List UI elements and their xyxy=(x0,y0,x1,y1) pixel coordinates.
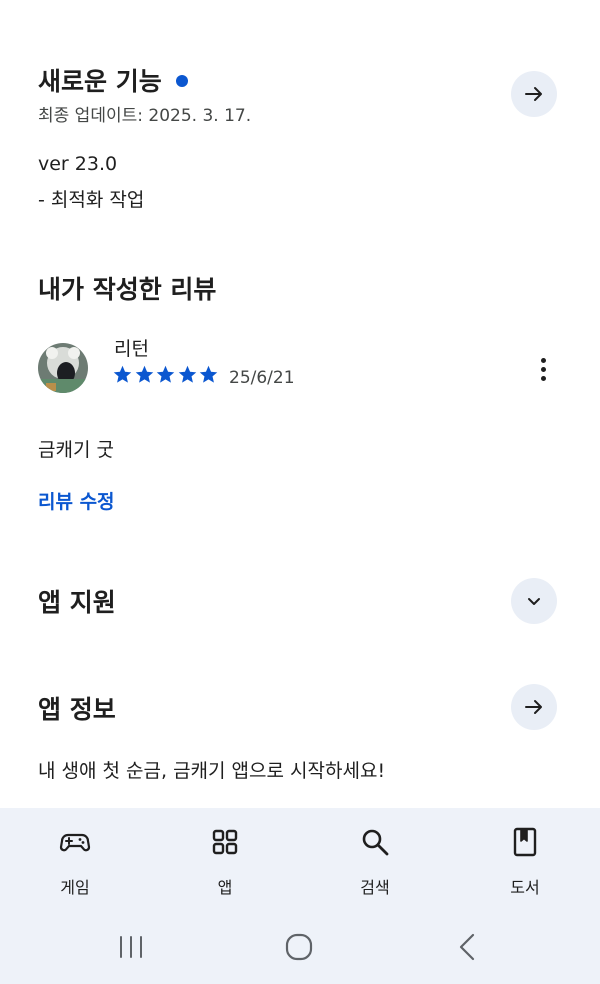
app-info-title: 앱 정보 xyxy=(38,695,116,724)
nav-label-search: 검색 xyxy=(360,878,390,897)
my-review-header: 내가 작성한 리뷰 xyxy=(38,270,216,306)
more-vert-icon xyxy=(540,357,546,363)
apps-grid-icon xyxy=(212,829,238,855)
whats-new-arrow-button[interactable] xyxy=(511,71,557,117)
chevron-down-icon xyxy=(528,598,540,605)
review-date: 25/6/21 xyxy=(229,368,295,388)
reviewer-name: 리턴 xyxy=(114,338,149,360)
star-icon xyxy=(178,365,196,383)
nav-item-apps[interactable]: 앱 xyxy=(175,808,275,910)
book-icon xyxy=(513,827,537,857)
arrow-right-icon xyxy=(525,700,542,714)
nav-item-games[interactable]: 게임 xyxy=(25,808,125,910)
edit-review-link[interactable]: 리뷰 수정 xyxy=(38,487,115,514)
review-text: 금캐기 굿 xyxy=(38,439,114,461)
star-icon xyxy=(156,365,175,383)
rating-stars xyxy=(112,364,220,385)
recent-apps-button[interactable] xyxy=(111,932,151,962)
star-icon xyxy=(199,365,218,383)
app-support-expand-button[interactable] xyxy=(511,578,557,624)
nav-item-search[interactable]: 검색 xyxy=(325,808,425,910)
app-info-header: 앱 정보 xyxy=(38,690,116,726)
nav-item-books[interactable]: 도서 xyxy=(475,808,575,910)
star-icon xyxy=(135,365,153,383)
app-info-arrow-button[interactable] xyxy=(511,684,557,730)
nav-label-games: 게임 xyxy=(60,878,90,897)
bottom-navigation: 게임 앱 검색 도서 xyxy=(0,808,600,910)
nav-label-books: 도서 xyxy=(510,878,540,897)
new-indicator-dot xyxy=(175,75,188,87)
avatar xyxy=(38,343,88,393)
home-button[interactable] xyxy=(279,932,319,962)
version-text: ver 23.0 xyxy=(38,153,118,175)
system-navigation-bar xyxy=(0,910,600,984)
app-support-title: 앱 지원 xyxy=(38,588,116,617)
search-icon xyxy=(362,829,389,856)
back-icon xyxy=(459,933,475,961)
last-updated-text: 최종 업데이트: 2025. 3. 17. xyxy=(38,106,252,126)
nav-label-apps: 앱 xyxy=(217,878,233,897)
release-notes-text: - 최적화 작업 xyxy=(38,189,145,211)
review-more-options-button[interactable] xyxy=(528,352,558,386)
gamepad-icon xyxy=(59,833,91,852)
app-description: 내 생애 첫 순금, 금캐기 앱으로 시작하세요! xyxy=(38,760,386,782)
whats-new-title: 새로운 기능 xyxy=(38,67,162,96)
back-button[interactable] xyxy=(447,932,487,962)
app-support-header: 앱 지원 xyxy=(38,583,116,619)
my-review-title: 내가 작성한 리뷰 xyxy=(38,275,217,304)
home-icon xyxy=(285,933,313,961)
arrow-right-icon xyxy=(525,87,542,101)
recent-apps-icon xyxy=(120,936,142,958)
whats-new-header: 새로운 기능 xyxy=(38,62,188,98)
star-icon xyxy=(113,365,132,383)
